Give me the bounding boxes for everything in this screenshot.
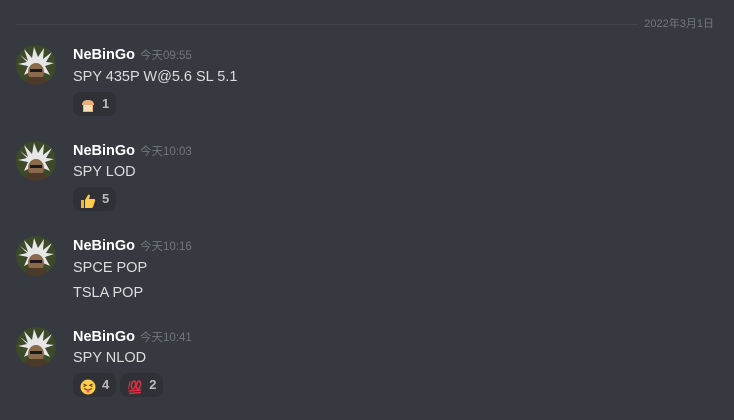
reactions: 4 2 <box>73 373 167 397</box>
message-text: SPY NLOD <box>73 350 147 366</box>
avatar[interactable] <box>16 236 56 276</box>
reaction-button[interactable]: 2 <box>120 373 164 397</box>
message-header: NeBinGo 今天09:55 <box>73 45 192 65</box>
username[interactable]: NeBinGo <box>73 143 135 159</box>
reactions: 5 <box>73 187 120 211</box>
avatar[interactable] <box>16 45 56 85</box>
timestamp: 今天09:55 <box>140 50 192 62</box>
tongue-out-face-emoji-icon <box>80 379 96 395</box>
reactions: 1 <box>73 92 120 116</box>
message-text: SPCE POP <box>73 260 148 276</box>
message-text: SPY 435P W@5.6 SL 5.1 <box>73 69 238 85</box>
reaction-button[interactable]: 5 <box>73 187 117 211</box>
date-divider-label: 2022年3月1日 <box>638 16 720 32</box>
date-divider <box>16 24 718 25</box>
hundred-points-emoji-icon <box>127 379 143 395</box>
reaction-count: 4 <box>102 377 110 392</box>
thumbs-up-emoji-icon <box>80 193 96 209</box>
avatar[interactable] <box>16 141 56 181</box>
message-header: NeBinGo 今天10:16 <box>73 236 192 256</box>
reaction-count: 1 <box>102 96 110 111</box>
username[interactable]: NeBinGo <box>73 238 135 254</box>
reaction-button[interactable]: 1 <box>73 92 117 116</box>
message-header: NeBinGo 今天10:41 <box>73 327 192 347</box>
message-header: NeBinGo 今天10:03 <box>73 141 192 161</box>
bread-emoji-icon <box>80 98 96 114</box>
reaction-button[interactable]: 4 <box>73 373 117 397</box>
username[interactable]: NeBinGo <box>73 47 135 63</box>
message-text: SPY LOD <box>73 164 136 180</box>
timestamp: 今天10:03 <box>140 146 192 158</box>
timestamp: 今天10:16 <box>140 241 192 253</box>
message-text: TSLA POP <box>73 285 144 301</box>
timestamp: 今天10:41 <box>140 332 192 344</box>
username[interactable]: NeBinGo <box>73 329 135 345</box>
reaction-count: 5 <box>102 191 110 206</box>
reaction-count: 2 <box>149 377 157 392</box>
avatar[interactable] <box>16 327 56 367</box>
